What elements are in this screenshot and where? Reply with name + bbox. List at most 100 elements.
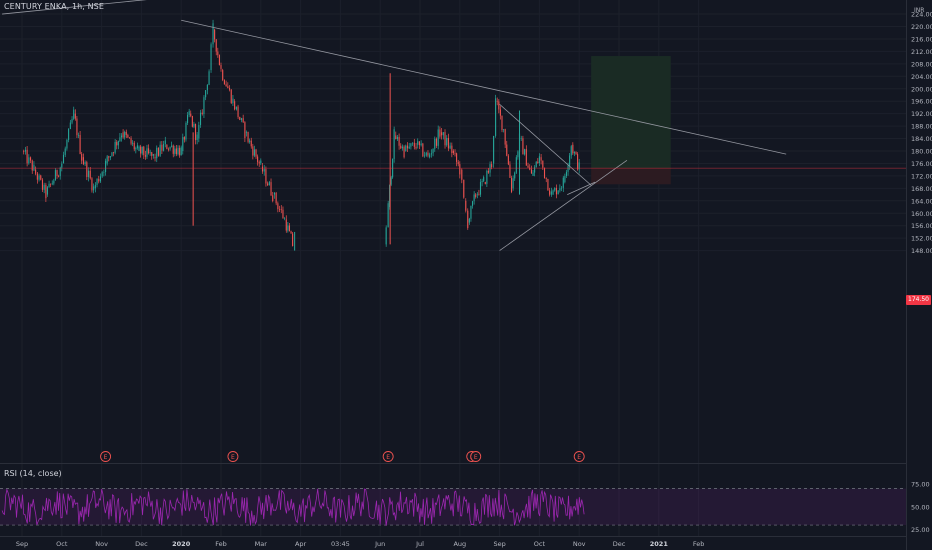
candle-body [470,205,472,219]
price-tick-label: 148.00 [911,247,932,255]
candle-body [415,146,417,149]
candle-body [74,113,76,119]
candle-body [245,132,248,133]
candle-body [136,145,138,148]
candle-body [498,101,500,110]
candle-body [187,114,189,123]
candle-body [272,195,274,202]
candle-body [423,155,426,157]
candle-body [441,132,443,136]
candle-body [31,160,33,171]
candle-body [45,184,47,199]
candle-body [495,98,497,136]
price-tick-label: 220.00 [911,23,932,31]
candle-body [577,154,579,170]
candle-body [56,170,58,177]
candle-body [174,148,176,154]
trendline[interactable] [499,104,592,186]
earnings-marker[interactable]: E [470,451,482,462]
candle-body [48,183,50,188]
candle-body [220,65,222,69]
candle-body [234,101,236,110]
candle-body [520,138,522,139]
earnings-marker[interactable]: E [227,451,239,462]
candle-body [261,166,264,172]
candle-body [410,143,412,147]
candle-body [161,144,163,151]
candle-body [290,231,292,234]
candle-body [279,209,281,210]
long-position-stop-zone[interactable] [591,168,671,185]
long-position-target-zone[interactable] [591,56,671,169]
earnings-markers[interactable]: EEEEEE [100,451,585,462]
candle-body [252,146,254,156]
time-axis[interactable]: Sep Oct Nov Dec 2020 Feb Mar Apr 03:45 Jun Jul Aug S… [16,540,704,548]
candle-body [385,227,387,245]
candle-body [152,154,154,156]
trendline[interactable] [499,160,628,251]
time-tick-label: Sep [493,540,505,548]
candle-body [144,155,146,157]
candle-body [479,182,482,195]
candle-body [191,115,193,127]
candle-body [270,182,272,196]
price-tick-label: 152.00 [911,235,932,243]
price-tick-label: 180.00 [911,148,932,156]
candle-body [99,176,102,182]
candle-body [422,143,424,157]
rsi-indicator-label[interactable]: RSI (14, close) [4,469,62,478]
price-tick-label: 204.00 [911,73,932,81]
candle-body [287,225,289,231]
candle-body [567,165,569,172]
price-tick-label: 172.00 [911,172,932,180]
candle-body [222,70,224,81]
candle-body [439,129,441,137]
candle-body [255,149,257,157]
candle-body [250,140,252,147]
candle-body [128,137,131,139]
earnings-marker[interactable]: E [573,451,585,462]
time-tick-label: Mar [255,540,268,548]
earnings-marker[interactable]: E [382,451,394,462]
candle-body [530,169,532,174]
earnings-marker[interactable]: E [100,451,112,462]
candle-body [61,163,63,168]
rsi-axis[interactable]: 25.00 50.00 75.00 [911,481,930,535]
price-tick-label: 208.00 [911,60,932,68]
candle-body [249,140,251,142]
price-tick-label: 156.00 [911,222,932,230]
candle-body [555,187,558,195]
candle-body [473,194,475,202]
candle-body [86,162,88,177]
candle-body [141,146,143,154]
price-tick-label: 212.00 [911,48,932,56]
candle-body [561,187,563,189]
candle-body [112,152,115,154]
candle-body [452,151,454,154]
candle-body [514,172,516,179]
chart-stage[interactable]: EEEEEE 148.00152.00156.00160.00164.00168… [0,0,932,550]
earnings-letter: E [474,454,478,461]
candle-body [105,160,107,172]
candle-body [510,177,513,192]
candle-body [125,131,127,135]
time-tick-label: 2021 [650,540,669,548]
candle-body [401,146,403,149]
rsi-tick-label: 50.00 [911,503,930,511]
candle-body [468,218,470,223]
price-axis[interactable]: 148.00 152.00 156.00 160.00 164.00 168.00 172.… [911,11,932,256]
candle-body [228,88,231,90]
candle-body [198,124,200,139]
candle-body [143,146,145,156]
trendline[interactable] [181,19,787,155]
candle-body [420,143,422,146]
price-tick-label: 196.00 [911,98,932,106]
candle-body [393,129,395,159]
candle-body [138,146,140,151]
candle-body [38,175,40,180]
candle-body [130,138,132,144]
candle-body [156,147,158,159]
candle-body [154,157,156,159]
earnings-letter: E [104,454,108,461]
price-tick-label: 192.00 [911,110,932,118]
